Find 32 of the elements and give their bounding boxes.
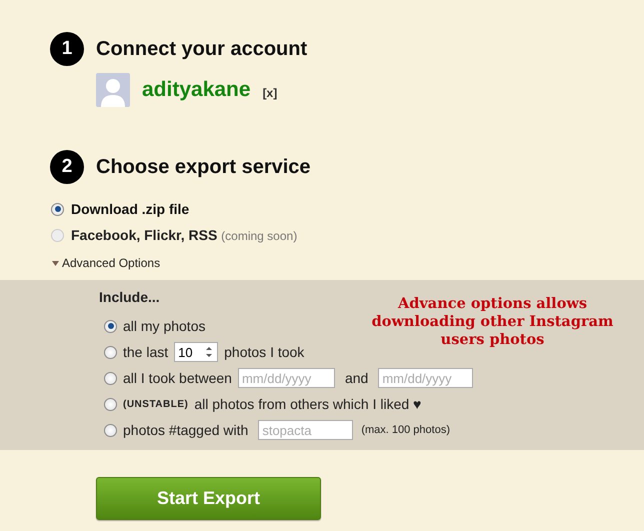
step-title: Choose export service: [96, 156, 311, 178]
radio-button[interactable]: [104, 372, 117, 384]
advanced-options-toggle[interactable]: Advanced Options: [52, 256, 160, 270]
option-label: the last: [123, 344, 168, 360]
radio-button[interactable]: [104, 346, 117, 358]
option-label: and: [344, 370, 368, 386]
remove-link[interactable]: [x]: [262, 86, 278, 100]
step-title: Connect your account: [96, 38, 308, 60]
triangle-icon: [52, 260, 59, 266]
option-label: photos I took: [224, 344, 304, 360]
unstable-label: (UNSTABLE): [123, 398, 188, 410]
radio-button[interactable]: [104, 424, 117, 436]
radio-button[interactable]: [104, 320, 117, 332]
date-field[interactable]: mm/dd/yyyy: [378, 368, 474, 388]
service-label: Download .zip file: [71, 201, 190, 217]
limit-note: (max. 100 photos): [361, 424, 450, 436]
avatar-icon: [96, 73, 130, 107]
option-label: photos #tagged with: [123, 422, 248, 438]
option-label: all photos from others which I liked ♥: [194, 396, 422, 412]
include-heading: Include...: [99, 289, 160, 305]
radio-button[interactable]: [104, 398, 117, 410]
username: adityakane: [142, 78, 251, 102]
radio-button[interactable]: [51, 202, 64, 216]
tag-field[interactable]: stopacta: [258, 420, 354, 440]
option-label: all I took between: [123, 370, 232, 386]
service-label: Facebook, Flickr, RSS (coming soon): [71, 227, 298, 243]
number-spinner[interactable]: 10: [174, 342, 218, 362]
annotation-text: Advance options allows downloading other Instagram users photos: [370, 295, 614, 349]
option-label: all my photos: [123, 318, 206, 334]
date-field[interactable]: mm/dd/yyyy: [238, 368, 335, 388]
step-number: 1: [50, 32, 84, 66]
step-number: 2: [50, 150, 84, 184]
